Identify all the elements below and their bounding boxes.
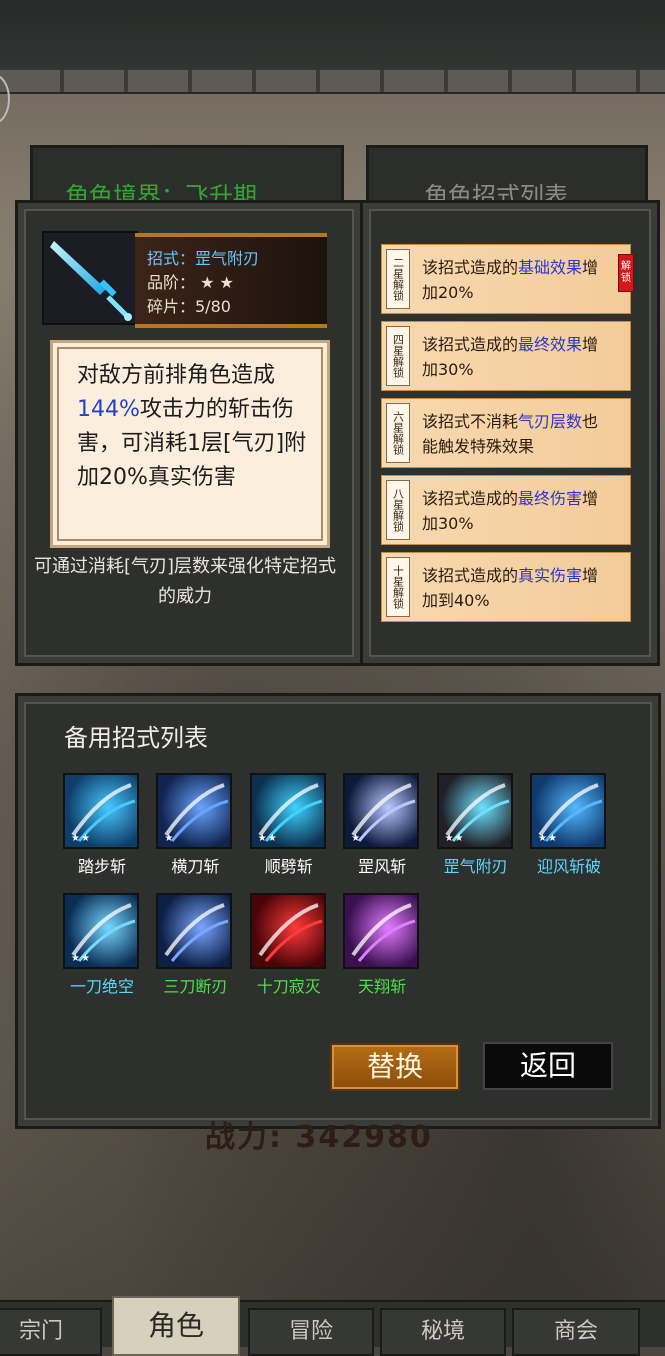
unlock-pre: 该招式不消耗 [422,412,519,431]
power-value: 战力: 342980 [205,1120,433,1155]
skill-stars: ★★ [71,833,91,844]
spare-skill-name: 罡风斩 [358,857,407,876]
unlock-highlight: 基础效果 [518,258,583,277]
skill-grade: 品阶： ★ ★ [147,269,234,293]
skill-stars: ★★ [444,833,465,844]
skill-stars: ★ [164,833,175,844]
unlock-text: 该招式造成的最终效果增加30% [422,332,612,382]
desc-part1: 对敌方前排角色造成 [77,363,276,388]
spare-skill-name: 十刀寂灭 [256,977,321,996]
desc-highlight: 144% [77,397,140,422]
spare-skill-item[interactable]: ★★ 迎风斩破 [530,773,608,877]
spare-skill-item[interactable]: ★ 横刀斩 [156,773,234,877]
unlock-text: 该招式不消耗气刃层数也能触发特殊效果 [422,409,612,459]
spare-skill-name: 顺劈斩 [264,857,313,876]
sky-slash-icon[interactable] [343,893,420,969]
back-button[interactable]: 返回 [483,1042,613,1090]
skill-art [351,903,416,962]
spare-skill-item[interactable]: ★★ 顺劈斩 [249,773,328,877]
unlock-row: 六星解锁 该招式不消耗气刃层数也能触发特殊效果 [381,398,631,468]
unlock-row: 八星解锁 该招式造成的最终伤害增加30% [381,475,631,545]
unlock-tag: 八星解锁 [386,480,410,540]
skill-description: 对敌方前排角色造成 144%攻击力的斩击伤害，可消耗1层[气刃]附加20%真实伤害 [77,359,309,495]
cross-slash-icon[interactable] [249,893,326,969]
grade-label: 品阶： [147,273,196,292]
skill-stars: ★★ [257,833,278,844]
spare-skill-item[interactable]: ★★ 一刀绝空 [63,893,141,997]
spare-skills-title: 备用招式列表 [64,724,208,752]
skill-hint: 可通过消耗[气刃]层数来强化特定招式的威力 [33,556,337,607]
replace-button[interactable]: 替换 [330,1043,460,1091]
void-slash-icon[interactable]: ★★ [63,893,139,969]
tab-character[interactable]: 角色 [112,1296,240,1356]
unlock-pre: 该招式造成的 [422,335,519,354]
skill-fragments: 碎片：5/80 [147,297,231,316]
wind-slash-icon[interactable]: ★ [343,773,420,849]
spare-skill-item[interactable]: 十刀寂灭 [249,893,328,997]
skill-art [258,903,323,962]
skill-art [164,903,229,962]
spare-skill-name: 横刀斩 [171,857,220,876]
tab-sect[interactable]: 宗门 [0,1308,102,1356]
unlock-text: 该招式造成的基础效果增加20% [422,255,612,305]
spare-skill-item[interactable]: 三刀断刃 [156,893,234,997]
blade-dash-icon[interactable]: ★★ [63,773,139,849]
unlock-pre: 该招式造成的 [422,258,519,277]
grade-stars: ★ ★ [195,273,234,292]
spare-skill-name: 天翔斩 [358,977,407,996]
tab-adventure[interactable]: 冒险 [248,1308,374,1356]
spare-skill-name: 踏步斩 [77,857,126,876]
unlock-row: 十星解锁 该招式造成的真实伤害增加到40% [381,552,631,622]
power-number: 342980 [295,1120,433,1155]
unlock-tag: 二星解锁 [386,249,410,309]
spare-skill-item[interactable]: ★★ 踏步斩 [63,773,141,877]
spare-skill-item[interactable]: ★ 罡风斩 [343,773,421,877]
triple-slash-icon[interactable] [156,893,233,969]
unlock-highlight: 最终效果 [518,335,583,354]
sword-icon[interactable]: ★★ [436,773,513,849]
unlock-pre: 该招式造成的 [422,489,519,508]
unlock-text: 该招式造成的真实伤害增加到40% [422,563,612,613]
unlock-tag: 四星解锁 [386,326,410,386]
unlock-highlight: 真实伤害 [518,566,583,585]
tab-guild[interactable]: 商会 [512,1308,640,1356]
ninja-slash-icon[interactable]: ★★ [530,773,606,849]
unlock-highlight: 气刃层数 [518,412,583,431]
unlock-text: 该招式造成的最终伤害增加30% [422,486,612,536]
spare-skill-item[interactable]: ★★ 罡气附刃 [436,773,515,877]
current-skill-icon [42,231,138,325]
spare-skill-name: 罡气附刃 [443,857,508,876]
skill-description-card: 对敌方前排角色造成 144%攻击力的斩击伤害，可消耗1层[气刃]附加20%真实伤害 [50,340,330,548]
skill-stars: ★★ [538,833,558,844]
unlock-pre: 该招式造成的 [422,566,519,585]
roof-tiles [0,70,665,94]
unlock-row: 二星解锁 该招式造成的基础效果增加20% [381,244,631,314]
unlock-tag: 十星解锁 [386,557,410,617]
unlock-row: 四星解锁 该招式造成的最终效果增加30% [381,321,631,391]
unlock-seal: 解锁 [618,254,634,292]
spare-skill-name: 三刀断刃 [163,977,228,996]
top-bar [0,0,665,72]
spare-skill-item[interactable]: 天翔斩 [343,893,421,997]
unlock-highlight: 最终伤害 [518,489,583,508]
skill-name: 招式：罡气附刃 [147,249,260,268]
skill-stars: ★ [351,833,362,844]
sword-icon [50,241,132,321]
current-skill-info: 招式：罡气附刃 品阶： ★ ★ 碎片：5/80 [135,233,327,328]
horizontal-slash-icon[interactable]: ★ [156,773,233,849]
skill-stars: ★★ [71,953,91,964]
unlock-tag: 六星解锁 [386,403,410,463]
tab-secret-realm[interactable]: 秘境 [380,1308,506,1356]
bottom-nav: 宗门 角色 冒险 秘境 商会 [0,1296,665,1356]
spare-skill-name: 迎风斩破 [536,857,601,876]
cleave-icon[interactable]: ★★ [249,773,326,849]
spare-skill-name: 一刀绝空 [69,977,134,996]
